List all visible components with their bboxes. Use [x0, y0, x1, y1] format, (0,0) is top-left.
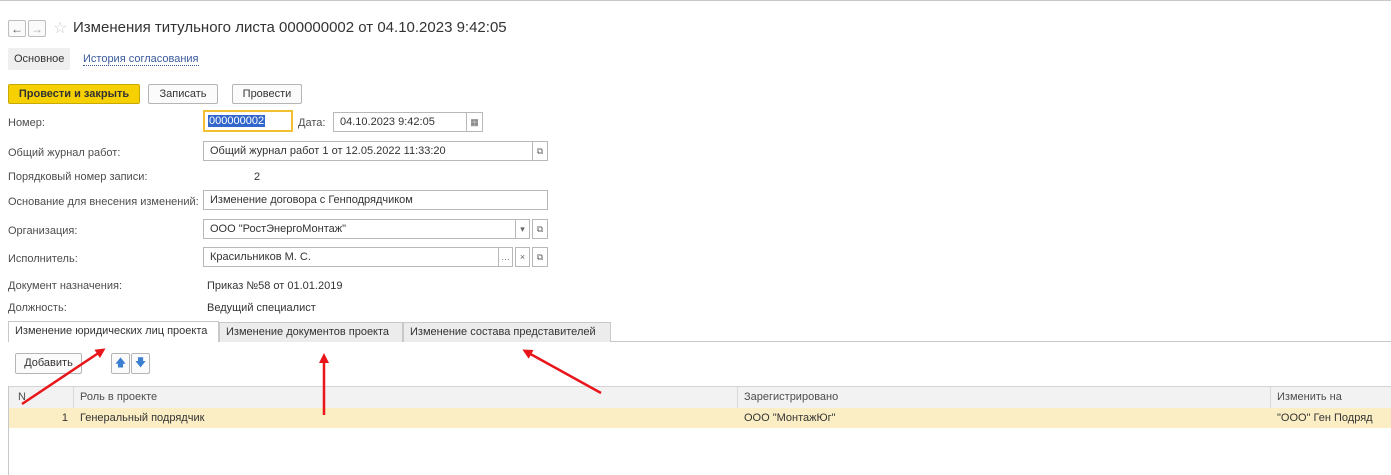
calendar-icon: ▦ — [470, 117, 479, 127]
save-button[interactable]: Записать — [148, 84, 218, 104]
arrow-down-icon: 🡇 — [134, 357, 147, 369]
column-header-n[interactable]: N — [9, 387, 74, 408]
number-label: Номер: — [8, 117, 45, 129]
arrow-right-icon: → — [31, 22, 43, 36]
move-up-button[interactable]: 🡅 — [111, 353, 130, 374]
tab-main[interactable]: Основное — [8, 48, 71, 70]
back-button[interactable]: ← — [8, 20, 26, 37]
cell-change-to: "ООО" Ген Подряд — [1277, 412, 1373, 424]
open-icon: ⧉ — [536, 252, 544, 262]
date-field[interactable]: 04.10.2023 9:42:05 — [333, 112, 467, 132]
document-label: Документ назначения: — [8, 280, 122, 292]
tab-representatives[interactable]: Изменение состава представителей — [403, 322, 611, 342]
ellipsis-icon: … — [501, 252, 510, 262]
forward-button[interactable]: → — [28, 20, 46, 37]
position-value: Ведущий специалист — [207, 302, 316, 314]
record-number-value: 2 — [254, 171, 261, 183]
chevron-down-icon: ▾ — [520, 224, 525, 234]
record-number-label: Порядковый номер записи: — [8, 171, 148, 183]
executor-open-button[interactable]: ⧉ — [532, 247, 548, 267]
organization-label: Организация: — [8, 225, 78, 237]
tab-project-documents[interactable]: Изменение документов проекта — [219, 322, 403, 342]
position-label: Должность: — [8, 302, 67, 314]
tab-legal-entities[interactable]: Изменение юридических лиц проекта — [8, 321, 219, 342]
cell-role: Генеральный подрядчик — [80, 412, 205, 424]
favorite-star-icon[interactable]: ☆ — [53, 18, 67, 38]
post-button[interactable]: Провести — [232, 84, 302, 104]
journal-label: Общий журнал работ: — [8, 147, 121, 159]
number-field[interactable]: 000000002 — [203, 110, 293, 132]
date-label: Дата: — [298, 117, 326, 129]
move-down-button[interactable]: 🡇 — [131, 353, 150, 374]
executor-label: Исполнитель: — [8, 253, 78, 265]
organization-dropdown-button[interactable]: ▾ — [515, 219, 530, 239]
column-header-change-to[interactable]: Изменить на — [1271, 387, 1391, 408]
executor-select-button[interactable]: … — [498, 247, 513, 267]
journal-open-button[interactable]: ⧉ — [532, 141, 548, 161]
changes-table: N Роль в проекте Зарегистрировано Измени… — [8, 386, 1391, 475]
document-value: Приказ №58 от 01.01.2019 — [207, 280, 343, 292]
organization-open-button[interactable]: ⧉ — [532, 219, 548, 239]
open-icon: ⧉ — [536, 146, 544, 156]
basis-label: Основание для внесения изменений: — [8, 196, 199, 208]
arrow-up-icon: 🡅 — [114, 357, 127, 369]
add-button[interactable]: Добавить — [15, 353, 82, 374]
number-value: 000000002 — [208, 115, 266, 127]
post-and-close-button[interactable]: Провести и закрыть — [8, 84, 140, 104]
close-icon: × — [519, 252, 526, 262]
organization-field[interactable]: ООО "РостЭнергоМонтаж" — [203, 219, 516, 239]
arrow-left-icon: ← — [11, 22, 23, 36]
link-approval-history[interactable]: История согласования — [83, 48, 199, 66]
basis-field[interactable]: Изменение договора с Генподрядчиком — [203, 190, 548, 210]
column-header-role[interactable]: Роль в проекте — [74, 387, 738, 408]
table-header: N Роль в проекте Зарегистрировано Измени… — [9, 386, 1391, 409]
journal-field[interactable]: Общий журнал работ 1 от 12.05.2022 11:33… — [203, 141, 533, 161]
executor-field[interactable]: Красильников М. С. — [203, 247, 499, 267]
table-row[interactable]: 1 Генеральный подрядчик ООО "МонтажЮг" "… — [9, 408, 1391, 428]
executor-clear-button[interactable]: × — [515, 247, 530, 267]
cell-n: 1 — [61, 412, 68, 424]
cell-registered: ООО "МонтажЮг" — [744, 412, 836, 424]
page-title: Изменения титульного листа 000000002 от … — [73, 19, 507, 36]
calendar-button[interactable]: ▦ — [466, 112, 483, 132]
open-icon: ⧉ — [536, 224, 544, 234]
column-header-registered[interactable]: Зарегистрировано — [738, 387, 1271, 408]
top-border — [0, 0, 1391, 1]
